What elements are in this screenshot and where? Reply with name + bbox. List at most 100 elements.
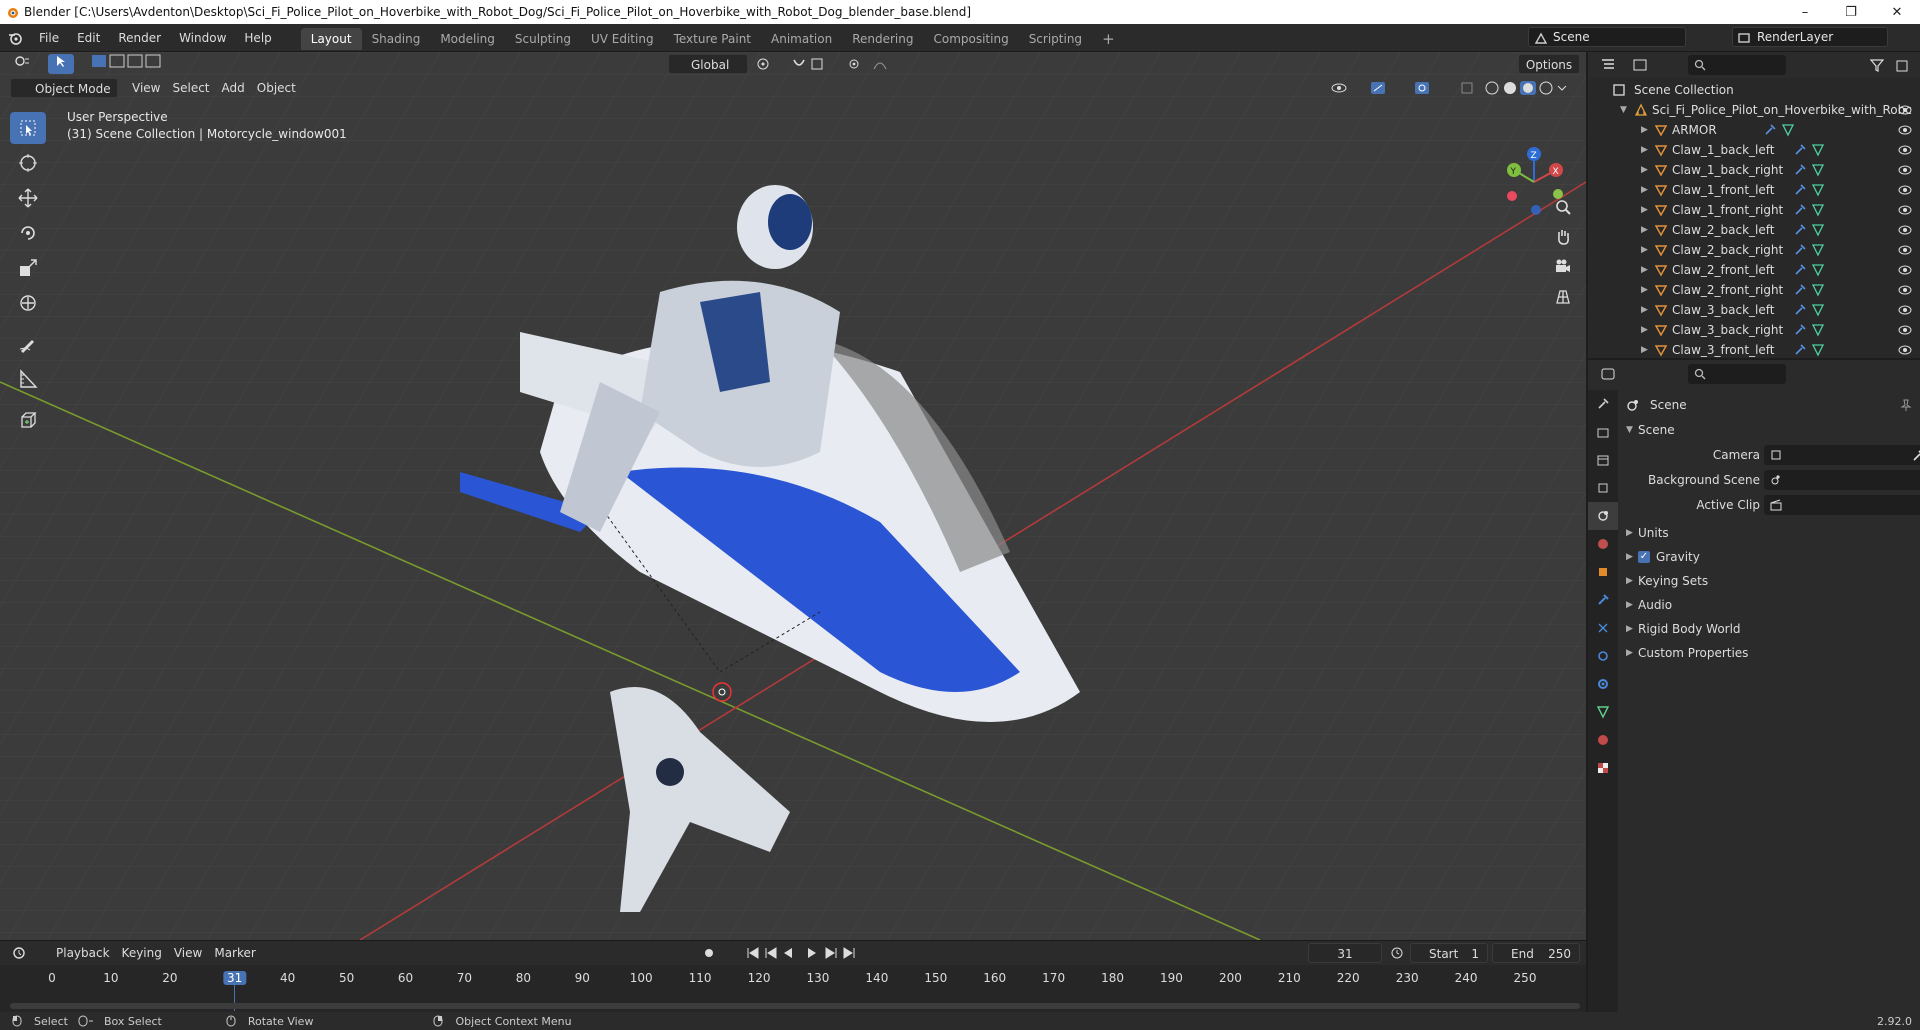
xray-icon[interactable] — [1460, 81, 1474, 95]
properties-editor-icon[interactable] — [1600, 367, 1624, 381]
eye-icon[interactable] — [1898, 145, 1912, 155]
renderlayer-selector[interactable]: RenderLayer — [1732, 27, 1888, 47]
active-clip-field[interactable] — [1764, 495, 1920, 515]
timeline-menu-playback[interactable]: Playback — [50, 943, 116, 963]
expand-arrow-icon[interactable]: ▶ — [1641, 125, 1648, 135]
outliner-search-input[interactable] — [1688, 55, 1786, 75]
snap-icon[interactable] — [792, 57, 832, 71]
playback-controls-icons[interactable] — [746, 946, 862, 960]
record-keyframe-icon[interactable] — [702, 946, 716, 960]
outliner-object-row[interactable]: ▶ ARMOR — [1588, 120, 1920, 140]
scale-tool-icon[interactable] — [10, 252, 46, 284]
menu-edit[interactable]: Edit — [68, 24, 109, 52]
expand-arrow-icon[interactable]: ▶ — [1641, 145, 1648, 155]
eye-icon[interactable] — [1898, 325, 1912, 335]
tab-modeling[interactable]: Modeling — [430, 28, 505, 50]
select-box-tool-icon[interactable] — [10, 112, 46, 144]
start-frame-field[interactable]: Start 1 — [1410, 943, 1488, 963]
menu-window[interactable]: Window — [170, 24, 235, 52]
timeline-menu-keying[interactable]: Keying — [116, 943, 168, 963]
tab-sculpting[interactable]: Sculpting — [505, 28, 581, 50]
timeline-scrollbar[interactable] — [10, 1003, 1580, 1009]
pin-icon[interactable] — [1900, 399, 1912, 411]
outliner-editor-icon[interactable] — [1600, 58, 1624, 72]
gravity-checkbox[interactable]: ✓ — [1638, 551, 1650, 563]
eye-icon[interactable] — [1898, 345, 1912, 355]
maximize-button[interactable]: ❐ — [1828, 0, 1874, 24]
object-mode-dropdown[interactable]: Object Mode — [10, 78, 118, 98]
collection-expand-icon[interactable]: ▼ — [1620, 105, 1627, 115]
eye-icon[interactable] — [1898, 285, 1912, 295]
expand-arrow-icon[interactable]: ▶ — [1641, 305, 1648, 315]
timeline-menu-view[interactable]: View — [168, 943, 208, 963]
tool-tab-icon[interactable] — [1588, 390, 1618, 418]
scene-tab-icon[interactable] — [1588, 502, 1618, 530]
eyedropper-icon[interactable] — [1912, 448, 1920, 462]
outliner-object-row[interactable]: ▶ Claw_1_front_right — [1588, 200, 1920, 220]
view-layer-tab-icon[interactable] — [1588, 474, 1618, 502]
camera-view-icon[interactable] — [1550, 254, 1576, 280]
expand-arrow-icon[interactable]: ▶ — [1641, 245, 1648, 255]
current-frame-field[interactable]: 31 — [1308, 943, 1382, 963]
physics-tab-icon[interactable] — [1588, 642, 1618, 670]
viewport-menu-add[interactable]: Add — [216, 78, 251, 98]
eye-icon[interactable] — [1898, 205, 1912, 215]
outliner-object-row[interactable]: ▶ Claw_2_back_right — [1588, 240, 1920, 260]
shading-modes-icons[interactable] — [1484, 80, 1568, 96]
menu-help[interactable]: Help — [235, 24, 280, 52]
select-mode-tweak-icon[interactable] — [48, 54, 74, 74]
pan-hand-icon[interactable] — [1550, 224, 1576, 250]
eye-icon[interactable] — [1898, 245, 1912, 255]
subpanel-header[interactable]: ▶ ✓ Gravity — [1620, 546, 1920, 568]
outliner-object-row[interactable]: ▶ Claw_2_front_left — [1588, 260, 1920, 280]
expand-arrow-icon[interactable]: ▶ — [1641, 345, 1648, 355]
properties-search-input[interactable] — [1688, 364, 1786, 384]
measure-tool-icon[interactable] — [10, 363, 46, 395]
timeline-menu-marker[interactable]: Marker — [208, 943, 261, 963]
zoom-icon[interactable] — [1550, 194, 1576, 220]
menu-file[interactable]: File — [30, 24, 68, 52]
cursor-tool-icon[interactable] — [10, 147, 46, 179]
outliner-object-row[interactable]: ▶ Claw_3_back_left — [1588, 300, 1920, 320]
rotate-tool-icon[interactable] — [10, 217, 46, 249]
filter-icon[interactable] — [1870, 58, 1884, 72]
preview-range-icon[interactable] — [1390, 946, 1404, 960]
eye-icon[interactable] — [1898, 225, 1912, 235]
annotate-tool-icon[interactable] — [10, 328, 46, 360]
eye-icon[interactable] — [1898, 305, 1912, 315]
modifier-tab-icon[interactable] — [1588, 586, 1618, 614]
expand-arrow-icon[interactable]: ▶ — [1641, 165, 1648, 175]
selection-modes-icons[interactable] — [84, 54, 174, 74]
timeline-editor-icon[interactable] — [12, 946, 36, 960]
outliner-object-row[interactable]: ▶ Claw_2_back_left — [1588, 220, 1920, 240]
outliner-object-row[interactable]: ▶ Claw_3_back_right — [1588, 320, 1920, 340]
eye-icon[interactable] — [1898, 265, 1912, 275]
constraints-tab-icon[interactable] — [1588, 670, 1618, 698]
new-collection-icon[interactable] — [1896, 58, 1910, 72]
texture-tab-icon[interactable] — [1588, 754, 1618, 782]
visibility-filter-icon[interactable] — [1330, 81, 1360, 95]
particles-tab-icon[interactable] — [1588, 614, 1618, 642]
transform-orientation-dropdown[interactable]: Global — [668, 54, 748, 74]
tab-texture-paint[interactable]: Texture Paint — [664, 28, 761, 50]
render-tab-icon[interactable] — [1588, 418, 1618, 446]
editor-type-icon[interactable] — [8, 54, 38, 74]
tab-shading[interactable]: Shading — [362, 28, 431, 50]
viewport-menu-view[interactable]: View — [126, 78, 166, 98]
3d-viewport[interactable]: Global Options Object Mode View Select A… — [0, 52, 1586, 940]
outliner-object-row[interactable]: ▶ Claw_1_front_left — [1588, 180, 1920, 200]
viewport-menu-select[interactable]: Select — [166, 78, 215, 98]
outliner-object-row[interactable]: ▶ Claw_1_back_left — [1588, 140, 1920, 160]
subpanel-header[interactable]: ▶ Units — [1620, 522, 1920, 544]
expand-arrow-icon[interactable]: ▶ — [1641, 285, 1648, 295]
tab-rendering[interactable]: Rendering — [842, 28, 923, 50]
add-cube-tool-icon[interactable] — [10, 404, 46, 436]
tab-animation[interactable]: Animation — [761, 28, 842, 50]
object-tab-icon[interactable] — [1588, 558, 1618, 586]
eye-icon[interactable] — [1898, 185, 1912, 195]
eye-icon[interactable] — [1898, 165, 1912, 175]
overlays-icon[interactable] — [1414, 81, 1444, 95]
viewport-menu-object[interactable]: Object — [251, 78, 302, 98]
eye-icon[interactable] — [1898, 125, 1912, 135]
outliner-object-row[interactable]: ▶ Claw_2_front_right — [1588, 280, 1920, 300]
